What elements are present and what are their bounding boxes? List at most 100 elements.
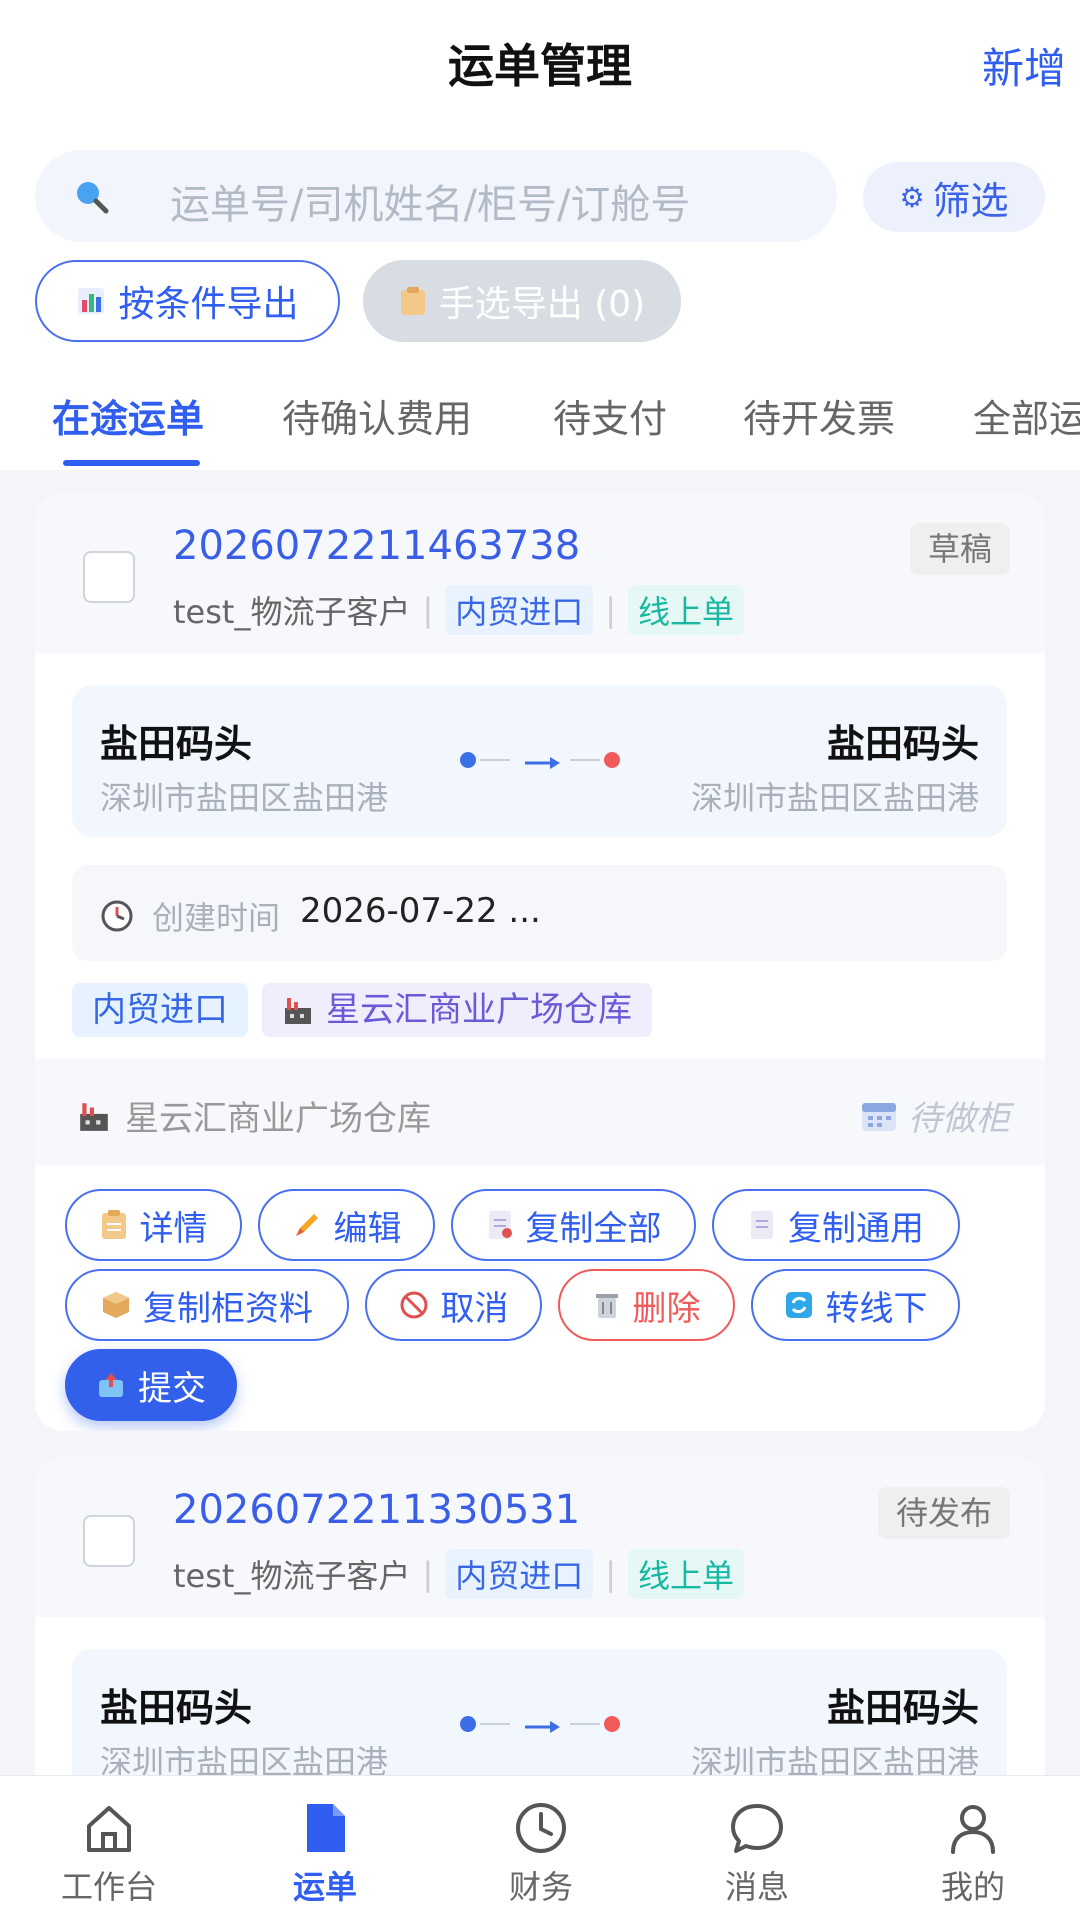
tab-pending-invoice[interactable]: 待开发票 — [743, 388, 895, 443]
customer-name: test_物流子客户 — [173, 1557, 411, 1595]
select-checkbox[interactable] — [83, 551, 135, 603]
waybill-card[interactable]: 2026072211463738 test_物流子客户 | 内贸进口 | 线上单… — [35, 493, 1045, 1431]
edit-label: 编辑 — [333, 1208, 402, 1249]
copy-container-label: 复制柜资料 — [143, 1288, 313, 1329]
package-icon — [103, 1292, 129, 1318]
user-icon — [951, 1805, 995, 1854]
route-arrow-icon — [460, 752, 620, 769]
warehouse-chip-label: 星云汇商业广场仓库 — [326, 990, 632, 1030]
document-icon — [307, 1804, 345, 1852]
export-by-condition-label: 按条件导出 — [118, 284, 299, 325]
customer-line: test_物流子客户 | 内贸进口 | 线上单 — [173, 1549, 745, 1599]
tab-pending-fee[interactable]: 待确认费用 — [282, 388, 472, 443]
select-checkbox[interactable] — [83, 1515, 135, 1567]
container-status-label: 待做柜 — [908, 1099, 1010, 1139]
detail-label: 详情 — [139, 1208, 208, 1249]
order-channel-tag: 线上单 — [628, 585, 745, 635]
created-time-label: 创建时间 — [152, 899, 281, 937]
add-waybill-button[interactable]: 新增 — [982, 35, 1066, 96]
home-icon — [87, 1806, 131, 1852]
waybill-number[interactable]: 2026072211330531 — [173, 1487, 580, 1533]
origin-name: 盐田码头 — [100, 1686, 253, 1730]
status-tabs: 在途运单 待确认费用 待支付 待开发票 全部运单 — [0, 370, 1080, 470]
route-arrow-icon — [460, 1716, 620, 1733]
chat-icon — [731, 1804, 783, 1853]
edit-button[interactable]: 编辑 — [258, 1189, 435, 1261]
filter-button[interactable]: ⚙ 筛选 — [863, 162, 1045, 232]
detail-button[interactable]: 详情 — [65, 1189, 242, 1261]
search-placeholder: 运单号/司机姓名/柜号/订舱号 — [170, 182, 691, 228]
page-title: 运单管理 — [448, 39, 632, 93]
destination-address: 深圳市盐田区盐田港 — [690, 779, 979, 817]
manual-export-button[interactable]: 手选导出 (0) — [363, 260, 681, 342]
status-badge: 待发布 — [877, 1487, 1010, 1539]
nav-finance[interactable]: 财务 — [461, 1798, 621, 1908]
clipboard-icon — [101, 1210, 126, 1239]
tab-indicator — [63, 460, 200, 466]
tab-all-waybills[interactable]: 全部运单 — [973, 388, 1080, 443]
factory-icon — [80, 1102, 108, 1131]
nav-profile-label: 我的 — [940, 1868, 1005, 1906]
destination-name: 盐田码头 — [826, 722, 979, 766]
prohibited-icon — [400, 1291, 427, 1319]
submit-button[interactable]: 提交 — [65, 1349, 237, 1421]
cancel-button[interactable]: 取消 — [365, 1269, 542, 1341]
nav-messages-label: 消息 — [724, 1868, 789, 1906]
inbox-tray-icon — [99, 1373, 123, 1397]
copy-all-button[interactable]: 复制全部 — [451, 1189, 696, 1261]
order-channel-tag: 线上单 — [628, 1549, 745, 1599]
waybill-number[interactable]: 2026072211463738 — [173, 523, 580, 569]
copy-container-button[interactable]: 复制柜资料 — [65, 1269, 349, 1341]
status-badge: 草稿 — [909, 523, 1010, 575]
manual-export-label: 手选导出 (0) — [438, 284, 646, 325]
tab-pending-payment[interactable]: 待支付 — [553, 388, 667, 443]
customer-name: test_物流子客户 — [173, 593, 411, 631]
trade-type-tag: 内贸进口 — [445, 1549, 594, 1599]
route-box: 盐田码头 深圳市盐田区盐田港 盐田码头 深圳市盐田区盐田港 — [72, 685, 1007, 837]
tab-in-transit[interactable]: 在途运单 — [52, 388, 204, 443]
nav-finance-label: 财务 — [508, 1868, 573, 1906]
trade-type-chip: 内贸进口 — [72, 983, 248, 1037]
delete-button[interactable]: 删除 — [558, 1269, 735, 1341]
to-offline-button[interactable]: 转线下 — [751, 1269, 960, 1341]
nav-workbench-label: 工作台 — [60, 1868, 157, 1906]
created-time-value: 2026-07-22 ... — [300, 891, 541, 931]
nav-profile[interactable]: 我的 — [893, 1798, 1053, 1908]
copy-common-label: 复制通用 — [788, 1208, 924, 1249]
created-time-row: 创建时间 2026-07-22 ... — [72, 865, 1007, 961]
search-input[interactable]: 运单号/司机姓名/柜号/订舱号 — [35, 150, 837, 242]
customer-line: test_物流子客户 | 内贸进口 | 线上单 — [173, 585, 745, 635]
copy-all-label: 复制全部 — [525, 1208, 662, 1249]
factory-icon — [285, 998, 311, 1024]
origin-name: 盐田码头 — [100, 722, 253, 766]
warehouse-row-label: 星云汇商业广场仓库 — [77, 1091, 431, 1140]
trash-icon — [595, 1294, 618, 1318]
clock-icon — [101, 900, 133, 932]
destination-name: 盐田码头 — [826, 1686, 979, 1730]
export-by-condition-button[interactable]: 按条件导出 — [35, 260, 340, 342]
filter-label: 筛选 — [932, 178, 1009, 223]
top-header: 运单管理 新增 运单号/司机姓名/柜号/订舱号 ⚙ 筛选 按条件导出 手选导出 … — [0, 0, 1080, 470]
warehouse-row: 星云汇商业广场仓库 待做柜 — [35, 1059, 1045, 1165]
nav-messages[interactable]: 消息 — [677, 1798, 837, 1908]
warehouse-name: 星云汇商业广场仓库 — [125, 1099, 431, 1139]
clipboard-icon — [400, 287, 425, 315]
document-icon — [751, 1211, 773, 1239]
trade-type-tag: 内贸进口 — [445, 585, 594, 635]
nav-waybill-label: 运单 — [292, 1868, 357, 1906]
tag-chips: 内贸进口 星云汇商业广场仓库 — [72, 983, 652, 1037]
cancel-label: 取消 — [440, 1288, 509, 1329]
delete-label: 删除 — [632, 1288, 701, 1329]
bar-chart-icon — [78, 288, 105, 314]
calendar-icon — [862, 1102, 896, 1131]
card-header: 2026072211330531 test_物流子客户 | 内贸进口 | 线上单… — [35, 1457, 1045, 1617]
copy-document-icon — [488, 1211, 512, 1239]
container-status: 待做柜 — [860, 1091, 1010, 1140]
card-header: 2026072211463738 test_物流子客户 | 内贸进口 | 线上单… — [35, 493, 1045, 653]
nav-waybill[interactable]: 运单 — [245, 1798, 405, 1908]
clock-icon — [516, 1803, 566, 1853]
nav-workbench[interactable]: 工作台 — [29, 1798, 189, 1908]
pencil-icon — [295, 1214, 318, 1236]
bottom-navigation: 工作台 运单 财务 消息 我的 — [0, 1775, 1080, 1920]
copy-common-button[interactable]: 复制通用 — [712, 1189, 960, 1261]
